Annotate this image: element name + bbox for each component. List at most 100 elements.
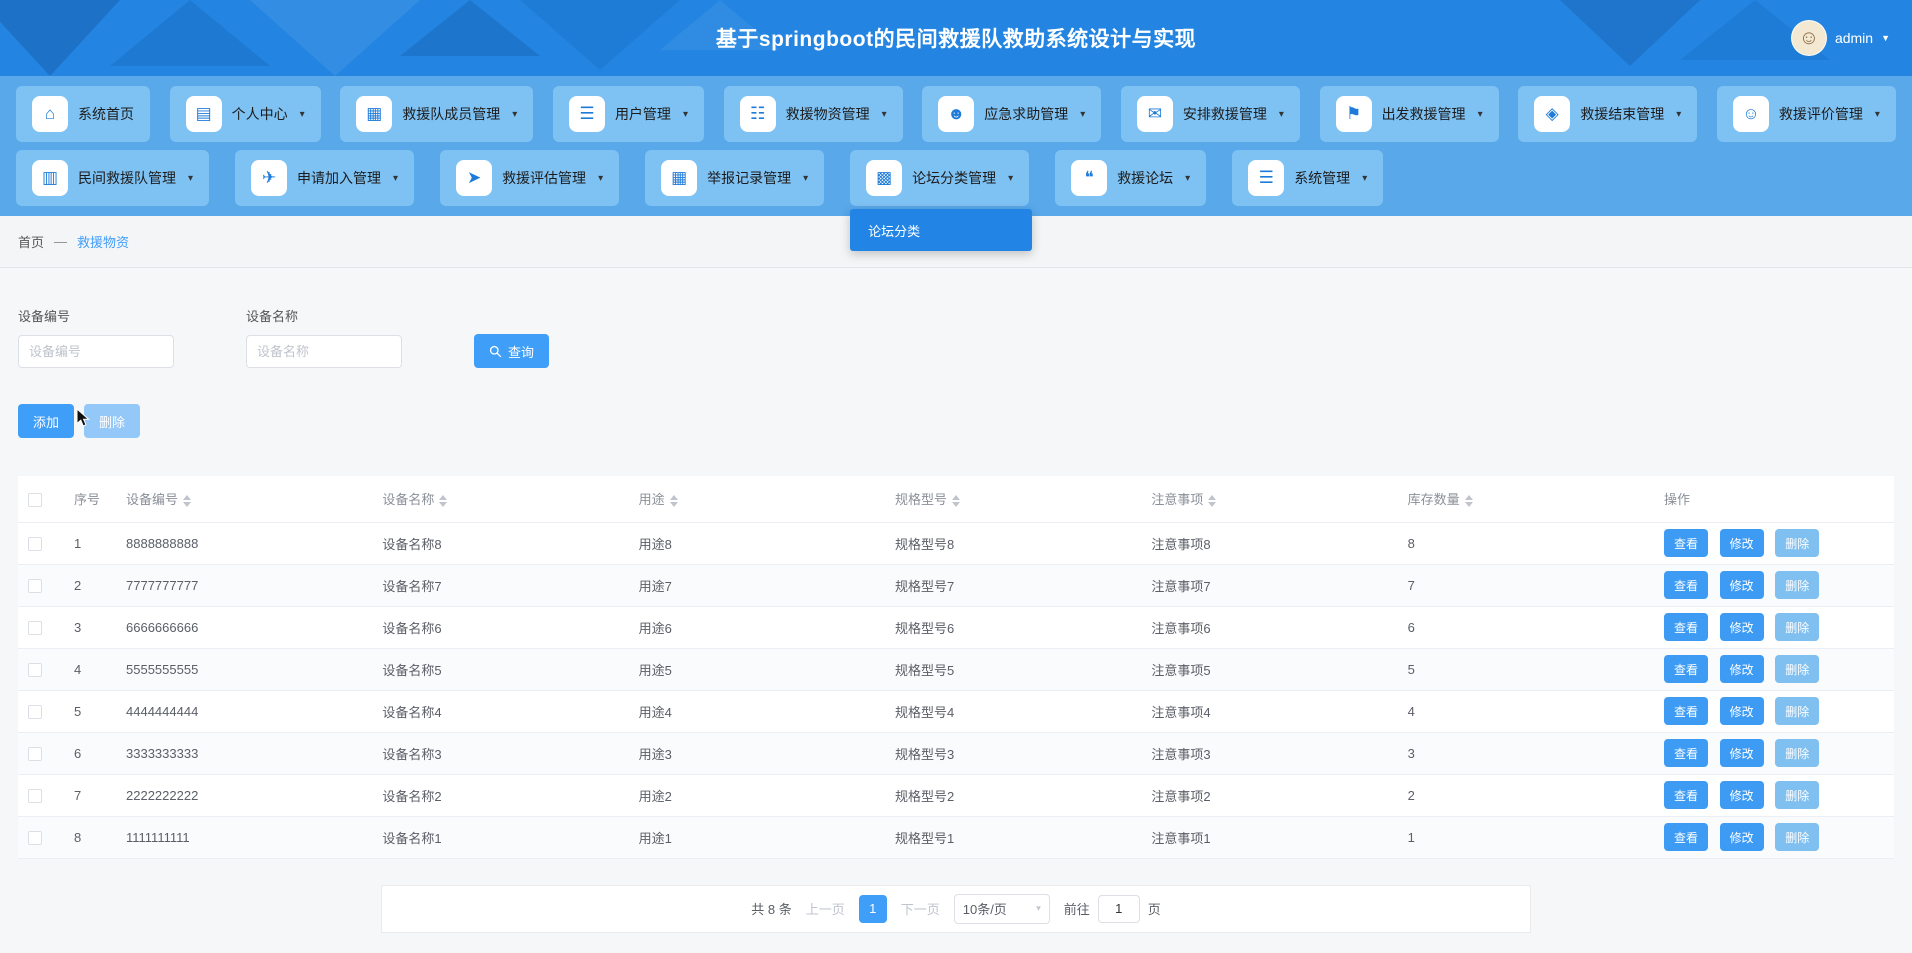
chevron-down-icon: ▾ [1875,109,1880,120]
view-button[interactable]: 查看 [1664,781,1708,809]
cell-device-no: 3333333333 [116,732,372,774]
avatar[interactable]: ☺ [1791,20,1827,56]
nav-label: 系统首页 [78,104,134,124]
sort-caret[interactable] [1465,495,1473,507]
cell-use: 用途5 [629,648,885,690]
col-spec: 规格型号 [885,476,1141,522]
cell-index: 6 [64,732,116,774]
nav-item-user-mgmt[interactable]: ☰ 用户管理 ▾ [553,86,704,142]
nav-item-emergency-help-mgmt[interactable]: ☻ 应急求助管理 ▾ [922,86,1101,142]
nav-item-join-application-mgmt[interactable]: ✈ 申请加入管理 ▾ [235,150,414,206]
row-checkbox[interactable] [28,537,42,551]
cell-note: 注意事项8 [1141,522,1397,564]
view-button[interactable]: 查看 [1664,571,1708,599]
row-delete-button[interactable]: 删除 [1775,529,1819,557]
row-checkbox[interactable] [28,747,42,761]
page-unit-label: 页 [1148,899,1161,918]
cell-index: 4 [64,648,116,690]
page-size-select[interactable]: 10条/页 ▾ [954,894,1050,924]
edit-button[interactable]: 修改 [1720,571,1764,599]
row-delete-button[interactable]: 删除 [1775,781,1819,809]
grid-icon: ▦ [356,96,392,132]
sort-caret[interactable] [439,495,447,507]
table-header-row: 序号 设备编号 设备名称 用途 规格型号 注意事项 库存数量 操作 [18,476,1894,522]
cell-device-name: 设备名称8 [372,522,628,564]
nav-item-team-member-mgmt[interactable]: ▦ 救援队成员管理 ▾ [340,86,533,142]
view-button[interactable]: 查看 [1664,823,1708,851]
select-all-checkbox[interactable] [28,493,42,507]
home-icon: ⌂ [32,96,68,132]
nav-item-home[interactable]: ⌂ 系统首页 [16,86,150,142]
sort-caret[interactable] [1208,495,1216,507]
row-checkbox[interactable] [28,579,42,593]
nav-item-rescue-end-mgmt[interactable]: ◈ 救援结束管理 ▾ [1518,86,1697,142]
edit-button[interactable]: 修改 [1720,655,1764,683]
edit-button[interactable]: 修改 [1720,613,1764,641]
goto-page-input[interactable] [1098,895,1140,923]
nav-item-report-record-mgmt[interactable]: ▦ 举报记录管理 ▾ [645,150,824,206]
cell-stock: 1 [1398,816,1654,858]
nav-label: 救援评价管理 [1779,104,1863,124]
user-menu[interactable]: ☺ admin ▼ [1791,20,1890,56]
prev-page-button[interactable]: 上一页 [806,899,845,918]
next-page-button[interactable]: 下一页 [901,899,940,918]
breadcrumb-current[interactable]: 救援物资 [77,232,129,251]
device-no-input[interactable] [18,335,174,368]
row-delete-button[interactable]: 删除 [1775,823,1819,851]
view-button[interactable]: 查看 [1664,655,1708,683]
row-delete-button[interactable]: 删除 [1775,571,1819,599]
row-checkbox[interactable] [28,831,42,845]
cell-device-no: 1111111111 [116,816,372,858]
nav-item-rescue-supplies-mgmt[interactable]: ☷ 救援物资管理 ▾ [724,86,903,142]
nav-item-arrange-rescue-mgmt[interactable]: ✉ 安排救援管理 ▾ [1121,86,1300,142]
edit-button[interactable]: 修改 [1720,697,1764,725]
row-checkbox[interactable] [28,789,42,803]
breadcrumb-home[interactable]: 首页 [18,232,44,251]
view-button[interactable]: 查看 [1664,739,1708,767]
view-button[interactable]: 查看 [1664,529,1708,557]
nav-item-folk-rescue-team-mgmt[interactable]: ▥ 民间救援队管理 ▾ [16,150,209,206]
sort-caret[interactable] [670,495,678,507]
nav-label: 论坛分类管理 [912,168,996,188]
nav-item-depart-rescue-mgmt[interactable]: ⚑ 出发救援管理 ▾ [1320,86,1499,142]
tag-icon: ◈ [1534,96,1570,132]
row-checkbox[interactable] [28,621,42,635]
breadcrumb-separator: — [54,234,67,249]
row-checkbox[interactable] [28,705,42,719]
user-icon: ☺ [1733,96,1769,132]
nav-item-rescue-evaluation-mgmt[interactable]: ☺ 救援评价管理 ▾ [1717,86,1896,142]
cell-note: 注意事项2 [1141,774,1397,816]
col-device-name: 设备名称 [372,476,628,522]
table-toolbar: 添加 删除 [0,368,1912,438]
dropdown-item-forum-category[interactable]: 论坛分类 [850,209,1032,251]
search-button[interactable]: 查询 [474,334,549,368]
nav-label: 系统管理 [1294,168,1350,188]
row-delete-button[interactable]: 删除 [1775,697,1819,725]
edit-button[interactable]: 修改 [1720,739,1764,767]
nav-item-forum-category-mgmt[interactable]: ▩ 论坛分类管理 ▾ 论坛分类 [850,150,1029,206]
chevron-down-icon: ▾ [803,173,808,184]
cell-index: 1 [64,522,116,564]
row-checkbox[interactable] [28,663,42,677]
delete-selected-button[interactable]: 删除 [84,404,140,438]
nav-item-rescue-forum[interactable]: ❝ 救援论坛 ▾ [1055,150,1206,206]
sort-caret[interactable] [952,495,960,507]
device-name-input[interactable] [246,335,402,368]
edit-button[interactable]: 修改 [1720,823,1764,851]
view-button[interactable]: 查看 [1664,613,1708,641]
row-delete-button[interactable]: 删除 [1775,655,1819,683]
row-delete-button[interactable]: 删除 [1775,613,1819,641]
edit-button[interactable]: 修改 [1720,529,1764,557]
add-button[interactable]: 添加 [18,404,74,438]
nav-item-personal-center[interactable]: ▤ 个人中心 ▾ [170,86,321,142]
chat-icon: ❝ [1071,160,1107,196]
page-number-1[interactable]: 1 [859,895,887,923]
edit-button[interactable]: 修改 [1720,781,1764,809]
sort-caret[interactable] [183,495,191,507]
cell-note: 注意事项1 [1141,816,1397,858]
nav-item-system-mgmt[interactable]: ☰ 系统管理 ▾ [1232,150,1383,206]
nav-item-rescue-assessment-mgmt[interactable]: ➤ 救援评估管理 ▾ [440,150,619,206]
row-delete-button[interactable]: 删除 [1775,739,1819,767]
cell-index: 3 [64,606,116,648]
view-button[interactable]: 查看 [1664,697,1708,725]
